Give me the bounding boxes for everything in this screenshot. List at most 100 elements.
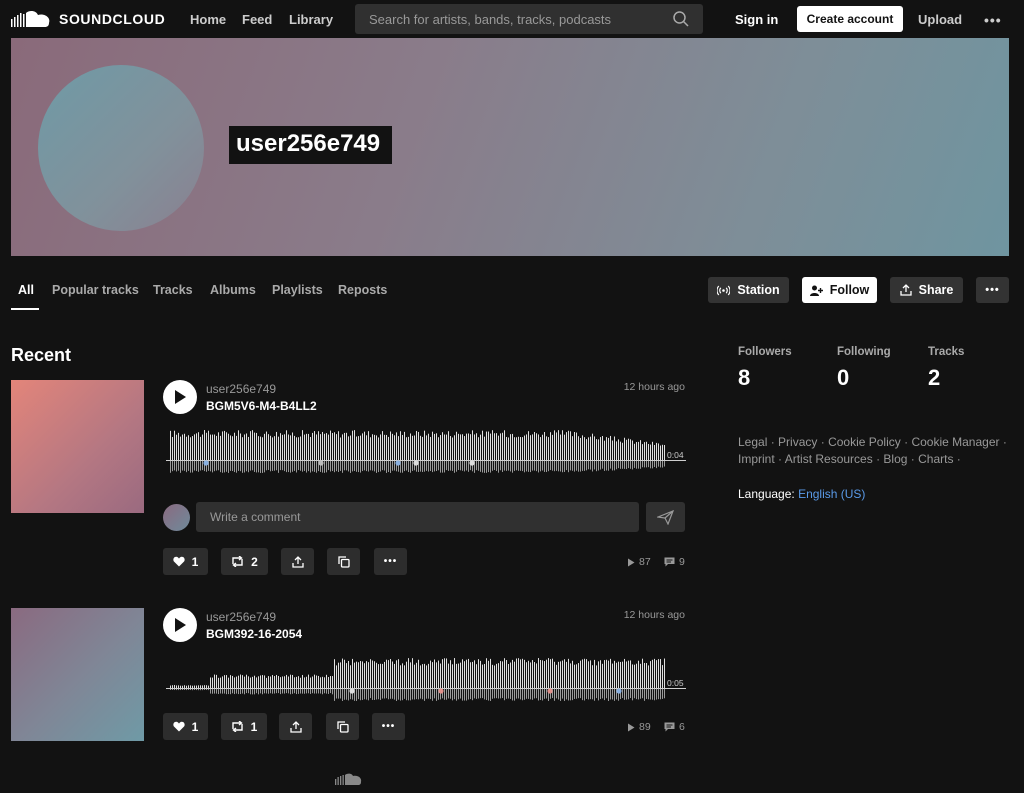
station-button[interactable]: Station bbox=[708, 277, 789, 303]
like-button[interactable]: 1 bbox=[163, 548, 208, 575]
waveform-comment-marker[interactable] bbox=[203, 460, 209, 466]
tab-playlists[interactable]: Playlists bbox=[272, 283, 323, 297]
waveform-bar bbox=[644, 442, 645, 460]
waveform-bar bbox=[294, 435, 295, 460]
waveform-bar bbox=[452, 437, 453, 460]
waveform-bar-reflection bbox=[466, 689, 467, 701]
waveform-comment-marker[interactable] bbox=[318, 460, 324, 466]
waveform-bar-reflection bbox=[402, 461, 403, 473]
track-artwork[interactable] bbox=[11, 380, 144, 513]
more-menu-button[interactable]: ••• bbox=[984, 12, 1002, 28]
waveform-bar-reflection bbox=[538, 689, 539, 701]
comment-count[interactable]: 9 bbox=[664, 556, 685, 568]
waveform-bar-reflection bbox=[410, 689, 411, 701]
waveform-bar-reflection bbox=[234, 689, 235, 695]
sign-in-link[interactable]: Sign in bbox=[735, 12, 778, 27]
footer-link-cookie-policy[interactable]: Cookie Policy bbox=[828, 435, 901, 449]
waveform-bar bbox=[172, 436, 173, 460]
track-title-link[interactable]: BGM5V6-M4-B4LL2 bbox=[206, 399, 317, 413]
waveform-bar bbox=[604, 440, 605, 460]
waveform-bar-reflection bbox=[346, 461, 347, 471]
footer-link-legal[interactable]: Legal bbox=[738, 435, 767, 449]
waveform-bar bbox=[578, 663, 579, 688]
comment-input[interactable] bbox=[196, 502, 639, 532]
waveform-bar bbox=[190, 685, 191, 688]
waveform-bar bbox=[386, 659, 387, 688]
search-input[interactable] bbox=[355, 4, 665, 34]
waveform-bar-reflection bbox=[594, 461, 595, 470]
tab-reposts[interactable]: Reposts bbox=[338, 283, 387, 297]
footer-link-cookie-manager[interactable]: Cookie Manager bbox=[911, 435, 999, 449]
footer-link-imprint[interactable]: Imprint bbox=[738, 452, 775, 466]
stat-following-value[interactable]: 0 bbox=[837, 365, 849, 391]
footer-link-privacy[interactable]: Privacy bbox=[778, 435, 817, 449]
waveform-bar bbox=[212, 677, 213, 688]
track-user-link[interactable]: user256e749 bbox=[206, 382, 276, 396]
nav-library[interactable]: Library bbox=[289, 12, 333, 27]
stat-followers-label[interactable]: Followers bbox=[738, 346, 792, 358]
waveform-comment-marker[interactable] bbox=[616, 688, 622, 694]
waveform-bar-reflection bbox=[556, 461, 557, 471]
waveform-bar bbox=[288, 434, 289, 460]
waveform-comment-marker[interactable] bbox=[469, 460, 475, 466]
profile-banner: user256e749 bbox=[11, 38, 1009, 256]
stat-tracks-label[interactable]: Tracks bbox=[928, 346, 964, 358]
waveform-bar-reflection bbox=[312, 689, 313, 694]
stat-followers-value[interactable]: 8 bbox=[738, 365, 750, 391]
track-user-link[interactable]: user256e749 bbox=[206, 610, 276, 624]
share-button[interactable]: Share bbox=[890, 277, 963, 303]
track-more-button[interactable]: ••• bbox=[374, 548, 407, 575]
repost-button[interactable]: 2 bbox=[221, 548, 268, 575]
waveform-bar bbox=[464, 661, 465, 688]
create-account-button[interactable]: Create account bbox=[797, 6, 903, 32]
track-title-link[interactable]: BGM392-16-2054 bbox=[206, 627, 302, 641]
track-waveform[interactable] bbox=[166, 425, 686, 475]
search-icon[interactable] bbox=[673, 11, 689, 27]
waveform-bar bbox=[606, 659, 607, 688]
track-share-button[interactable] bbox=[281, 548, 314, 575]
follow-button[interactable]: Follow bbox=[802, 277, 877, 303]
nav-home[interactable]: Home bbox=[190, 12, 226, 27]
like-button[interactable]: 1 bbox=[163, 713, 208, 740]
track-more-button[interactable]: ••• bbox=[372, 713, 405, 740]
waveform-bar-reflection bbox=[434, 461, 435, 472]
waveform-bar-reflection bbox=[328, 461, 329, 471]
soundcloud-logo[interactable]: SOUNDCLOUD bbox=[11, 9, 165, 29]
upload-link[interactable]: Upload bbox=[918, 12, 962, 27]
comment-count[interactable]: 6 bbox=[664, 721, 685, 733]
stat-following-label[interactable]: Following bbox=[837, 346, 891, 358]
waveform-bar bbox=[302, 674, 303, 688]
waveform-comment-marker[interactable] bbox=[438, 688, 444, 694]
play-button[interactable] bbox=[163, 380, 197, 414]
profile-more-button[interactable]: ••• bbox=[976, 277, 1009, 303]
language-link[interactable]: English (US) bbox=[798, 487, 865, 501]
waveform-bar bbox=[270, 435, 271, 460]
copy-link-button[interactable] bbox=[327, 548, 360, 575]
waveform-comment-marker[interactable] bbox=[413, 460, 419, 466]
tab-popular-tracks[interactable]: Popular tracks bbox=[52, 283, 139, 297]
play-icon bbox=[175, 390, 186, 404]
waveform-bar-reflection bbox=[454, 461, 455, 473]
track-share-button[interactable] bbox=[279, 713, 312, 740]
waveform-bar bbox=[608, 660, 609, 688]
track-artwork[interactable] bbox=[11, 608, 144, 741]
footer-link-charts[interactable]: Charts bbox=[918, 452, 953, 466]
send-comment-button[interactable] bbox=[646, 502, 685, 532]
copy-link-button[interactable] bbox=[326, 713, 359, 740]
play-button[interactable] bbox=[163, 608, 197, 642]
tab-all[interactable]: All bbox=[18, 283, 34, 297]
repost-button[interactable]: 1 bbox=[221, 713, 267, 740]
tab-albums[interactable]: Albums bbox=[210, 283, 256, 297]
waveform-comment-marker[interactable] bbox=[349, 688, 355, 694]
waveform-bar bbox=[396, 432, 397, 460]
tab-tracks[interactable]: Tracks bbox=[153, 283, 193, 297]
waveform-comment-marker[interactable] bbox=[395, 460, 401, 466]
stat-tracks-value[interactable]: 2 bbox=[928, 365, 940, 391]
waveform-bar-reflection bbox=[334, 461, 335, 473]
footer-link-artist-resources[interactable]: Artist Resources bbox=[785, 452, 873, 466]
waveform-bar bbox=[350, 665, 351, 688]
waveform-comment-marker[interactable] bbox=[547, 688, 553, 694]
track-waveform[interactable] bbox=[166, 653, 686, 703]
nav-feed[interactable]: Feed bbox=[242, 12, 272, 27]
footer-link-blog[interactable]: Blog bbox=[883, 452, 907, 466]
